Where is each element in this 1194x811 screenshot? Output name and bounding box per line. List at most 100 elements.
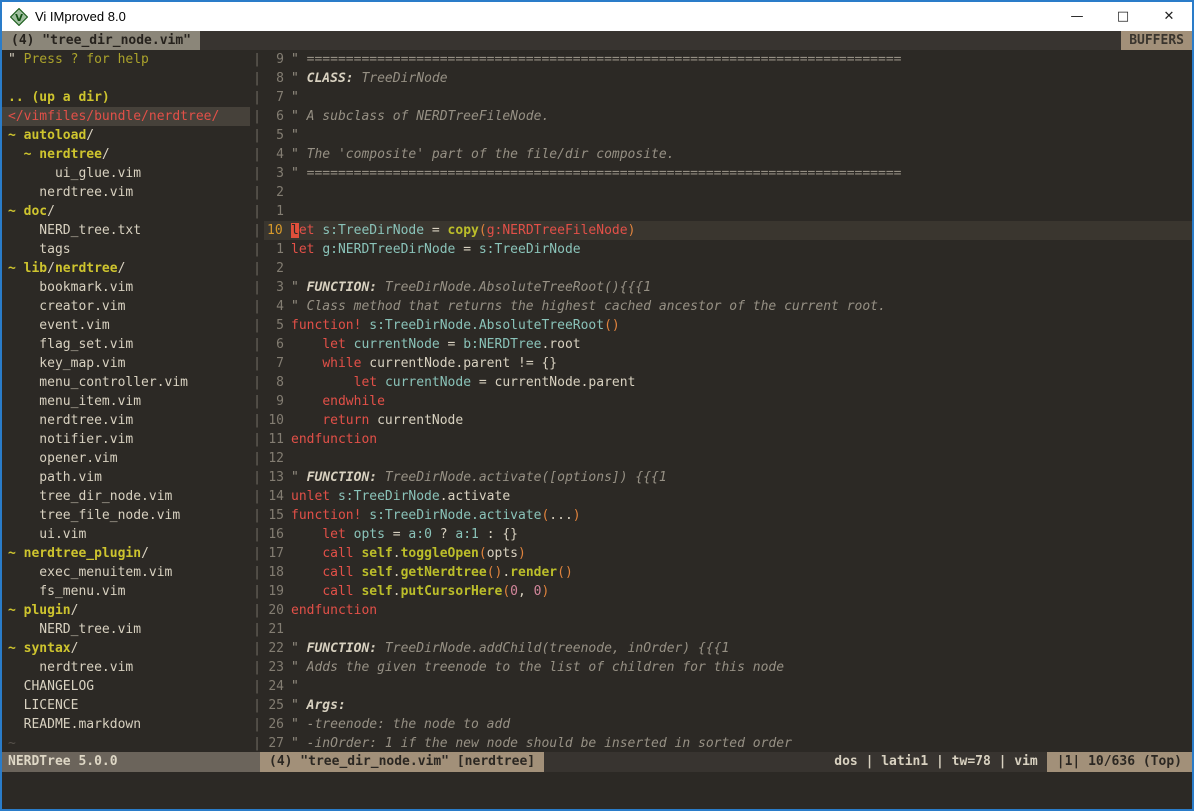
code-token: LICENCE — [8, 698, 78, 713]
code-token: = currentNode.parent — [471, 375, 635, 390]
tree-item[interactable]: menu_controller.vim — [2, 373, 250, 392]
code-line[interactable]: 9 endwhile — [264, 392, 1192, 411]
code-line[interactable]: 23" Adds the given treenode to the list … — [264, 658, 1192, 677]
code-line[interactable]: 22" FUNCTION: TreeDirNode.addChild(treen… — [264, 639, 1192, 658]
code-text: " FUNCTION: TreeDirNode.activate([option… — [291, 468, 667, 487]
code-line[interactable]: 1let g:NERDTreeDirNode = s:TreeDirNode — [264, 240, 1192, 259]
tree-item[interactable]: key_map.vim — [2, 354, 250, 373]
line-number: 19 — [264, 582, 291, 601]
tree-item[interactable]: bookmark.vim — [2, 278, 250, 297]
tree-item[interactable]: tree_dir_node.vim — [2, 487, 250, 506]
tree-item[interactable]: exec_menuitem.vim — [2, 563, 250, 582]
tree-item[interactable]: </vimfiles/bundle/nerdtree/ — [2, 107, 250, 126]
split-separator[interactable]: ||||||||||||||||||||||||||||||||||||| — [250, 50, 264, 752]
tree-item[interactable]: ~ autoload/ — [2, 126, 250, 145]
tree-item[interactable]: nerdtree.vim — [2, 658, 250, 677]
code-line[interactable]: 1 — [264, 202, 1192, 221]
separator-glyph: | — [250, 88, 264, 107]
tree-item[interactable]: path.vim — [2, 468, 250, 487]
code-line-current[interactable]: 10let s:TreeDirNode = copy(g:NERDTreeFil… — [264, 221, 1192, 240]
code-line[interactable]: 13" FUNCTION: TreeDirNode.activate([opti… — [264, 468, 1192, 487]
code-line[interactable]: 3" FUNCTION: TreeDirNode.AbsoluteTreeRoo… — [264, 278, 1192, 297]
tree-item[interactable]: nerdtree.vim — [2, 411, 250, 430]
tree-item[interactable]: ui.vim — [2, 525, 250, 544]
code-line[interactable]: 27" -inOrder: 1 if the new node should b… — [264, 734, 1192, 752]
tree-item[interactable] — [2, 69, 250, 88]
tree-item[interactable]: menu_item.vim — [2, 392, 250, 411]
code-line[interactable]: 10 return currentNode — [264, 411, 1192, 430]
code-line[interactable]: 2 — [264, 259, 1192, 278]
maximize-button[interactable]: □ — [1100, 2, 1146, 31]
tree-item[interactable]: ~ doc/ — [2, 202, 250, 221]
tree-item[interactable]: README.markdown — [2, 715, 250, 734]
tree-item[interactable]: ~ lib/nerdtree/ — [2, 259, 250, 278]
line-number: 4 — [264, 145, 291, 164]
tree-item[interactable]: tags — [2, 240, 250, 259]
code-line[interactable]: 12 — [264, 449, 1192, 468]
tree-item[interactable]: tree_file_node.vim — [2, 506, 250, 525]
tree-item[interactable]: flag_set.vim — [2, 335, 250, 354]
tree-item[interactable]: NERD_tree.txt — [2, 221, 250, 240]
code-line[interactable]: 17 call self.toggleOpen(opts) — [264, 544, 1192, 563]
code-line[interactable]: 26" -treenode: the node to add — [264, 715, 1192, 734]
code-line[interactable]: 3" =====================================… — [264, 164, 1192, 183]
tree-item[interactable]: ~ nerdtree_plugin/ — [2, 544, 250, 563]
separator-glyph: | — [250, 601, 264, 620]
code-token: () — [487, 565, 503, 580]
code-line[interactable]: 2 — [264, 183, 1192, 202]
statusline-fileinfo: dos | latin1 | tw=78 | vim — [544, 752, 1047, 772]
line-number: 27 — [264, 734, 291, 752]
tree-item[interactable]: notifier.vim — [2, 430, 250, 449]
code-token: TreeDirNode.AbsoluteTreeRoot(){{{1 — [377, 280, 651, 295]
tree-item[interactable]: event.vim — [2, 316, 250, 335]
code-line[interactable]: 4" Class method that returns the highest… — [264, 297, 1192, 316]
tree-item[interactable]: LICENCE — [2, 696, 250, 715]
code-line[interactable]: 8" CLASS: TreeDirNode — [264, 69, 1192, 88]
tree-item[interactable]: CHANGELOG — [2, 677, 250, 696]
code-line[interactable]: 25" Args: — [264, 696, 1192, 715]
tree-item[interactable]: ~ nerdtree/ — [2, 145, 250, 164]
code-line[interactable]: 9" =====================================… — [264, 50, 1192, 69]
code-line[interactable]: 20endfunction — [264, 601, 1192, 620]
code-token: opts — [487, 546, 518, 561]
tree-item[interactable]: opener.vim — [2, 449, 250, 468]
code-line[interactable]: 14unlet s:TreeDirNode.activate — [264, 487, 1192, 506]
code-line[interactable]: 11endfunction — [264, 430, 1192, 449]
tree-item[interactable]: creator.vim — [2, 297, 250, 316]
tree-item[interactable]: nerdtree.vim — [2, 183, 250, 202]
code-token: ) — [573, 508, 581, 523]
tree-item[interactable]: ~ syntax/ — [2, 639, 250, 658]
code-line[interactable]: 5function! s:TreeDirNode.AbsoluteTreeRoo… — [264, 316, 1192, 335]
code-token: ui_glue.vim — [8, 166, 141, 181]
code-line[interactable]: 6" A subclass of NERDTreeFileNode. — [264, 107, 1192, 126]
code-token: ( — [502, 584, 510, 599]
line-number: 3 — [264, 278, 291, 297]
tree-item[interactable]: ui_glue.vim — [2, 164, 250, 183]
tree-item[interactable]: ~ plugin/ — [2, 601, 250, 620]
code-line[interactable]: 4" The 'composite' part of the file/dir … — [264, 145, 1192, 164]
code-line[interactable]: 7 while currentNode.parent != {} — [264, 354, 1192, 373]
code-line[interactable]: 21 — [264, 620, 1192, 639]
close-button[interactable]: ✕ — [1146, 2, 1192, 31]
code-token: ~ — [8, 736, 16, 751]
tree-item[interactable]: .. (up a dir) — [2, 88, 250, 107]
code-text: " The 'composite' part of the file/dir c… — [291, 145, 675, 164]
line-number: 1 — [264, 240, 291, 259]
code-line[interactable]: 6 let currentNode = b:NERDTree.root — [264, 335, 1192, 354]
code-line[interactable]: 8 let currentNode = currentNode.parent — [264, 373, 1192, 392]
code-line[interactable]: 5" — [264, 126, 1192, 145]
separator-glyph: | — [250, 126, 264, 145]
tab-current[interactable]: (4) "tree_dir_node.vim" — [2, 31, 200, 50]
tree-item[interactable]: NERD_tree.vim — [2, 620, 250, 639]
code-line[interactable]: 16 let opts = a:0 ? a:1 : {} — [264, 525, 1192, 544]
code-line[interactable]: 15function! s:TreeDirNode.activate(...) — [264, 506, 1192, 525]
code-line[interactable]: 18 call self.getNerdtree().render() — [264, 563, 1192, 582]
line-number: 7 — [264, 88, 291, 107]
minimize-button[interactable]: — — [1054, 2, 1100, 31]
code-line[interactable]: 7" — [264, 88, 1192, 107]
code-line[interactable]: 24" — [264, 677, 1192, 696]
tree-item[interactable]: fs_menu.vim — [2, 582, 250, 601]
code-line[interactable]: 19 call self.putCursorHere(0, 0) — [264, 582, 1192, 601]
code-token: while — [322, 356, 361, 371]
code-token: return — [322, 413, 369, 428]
